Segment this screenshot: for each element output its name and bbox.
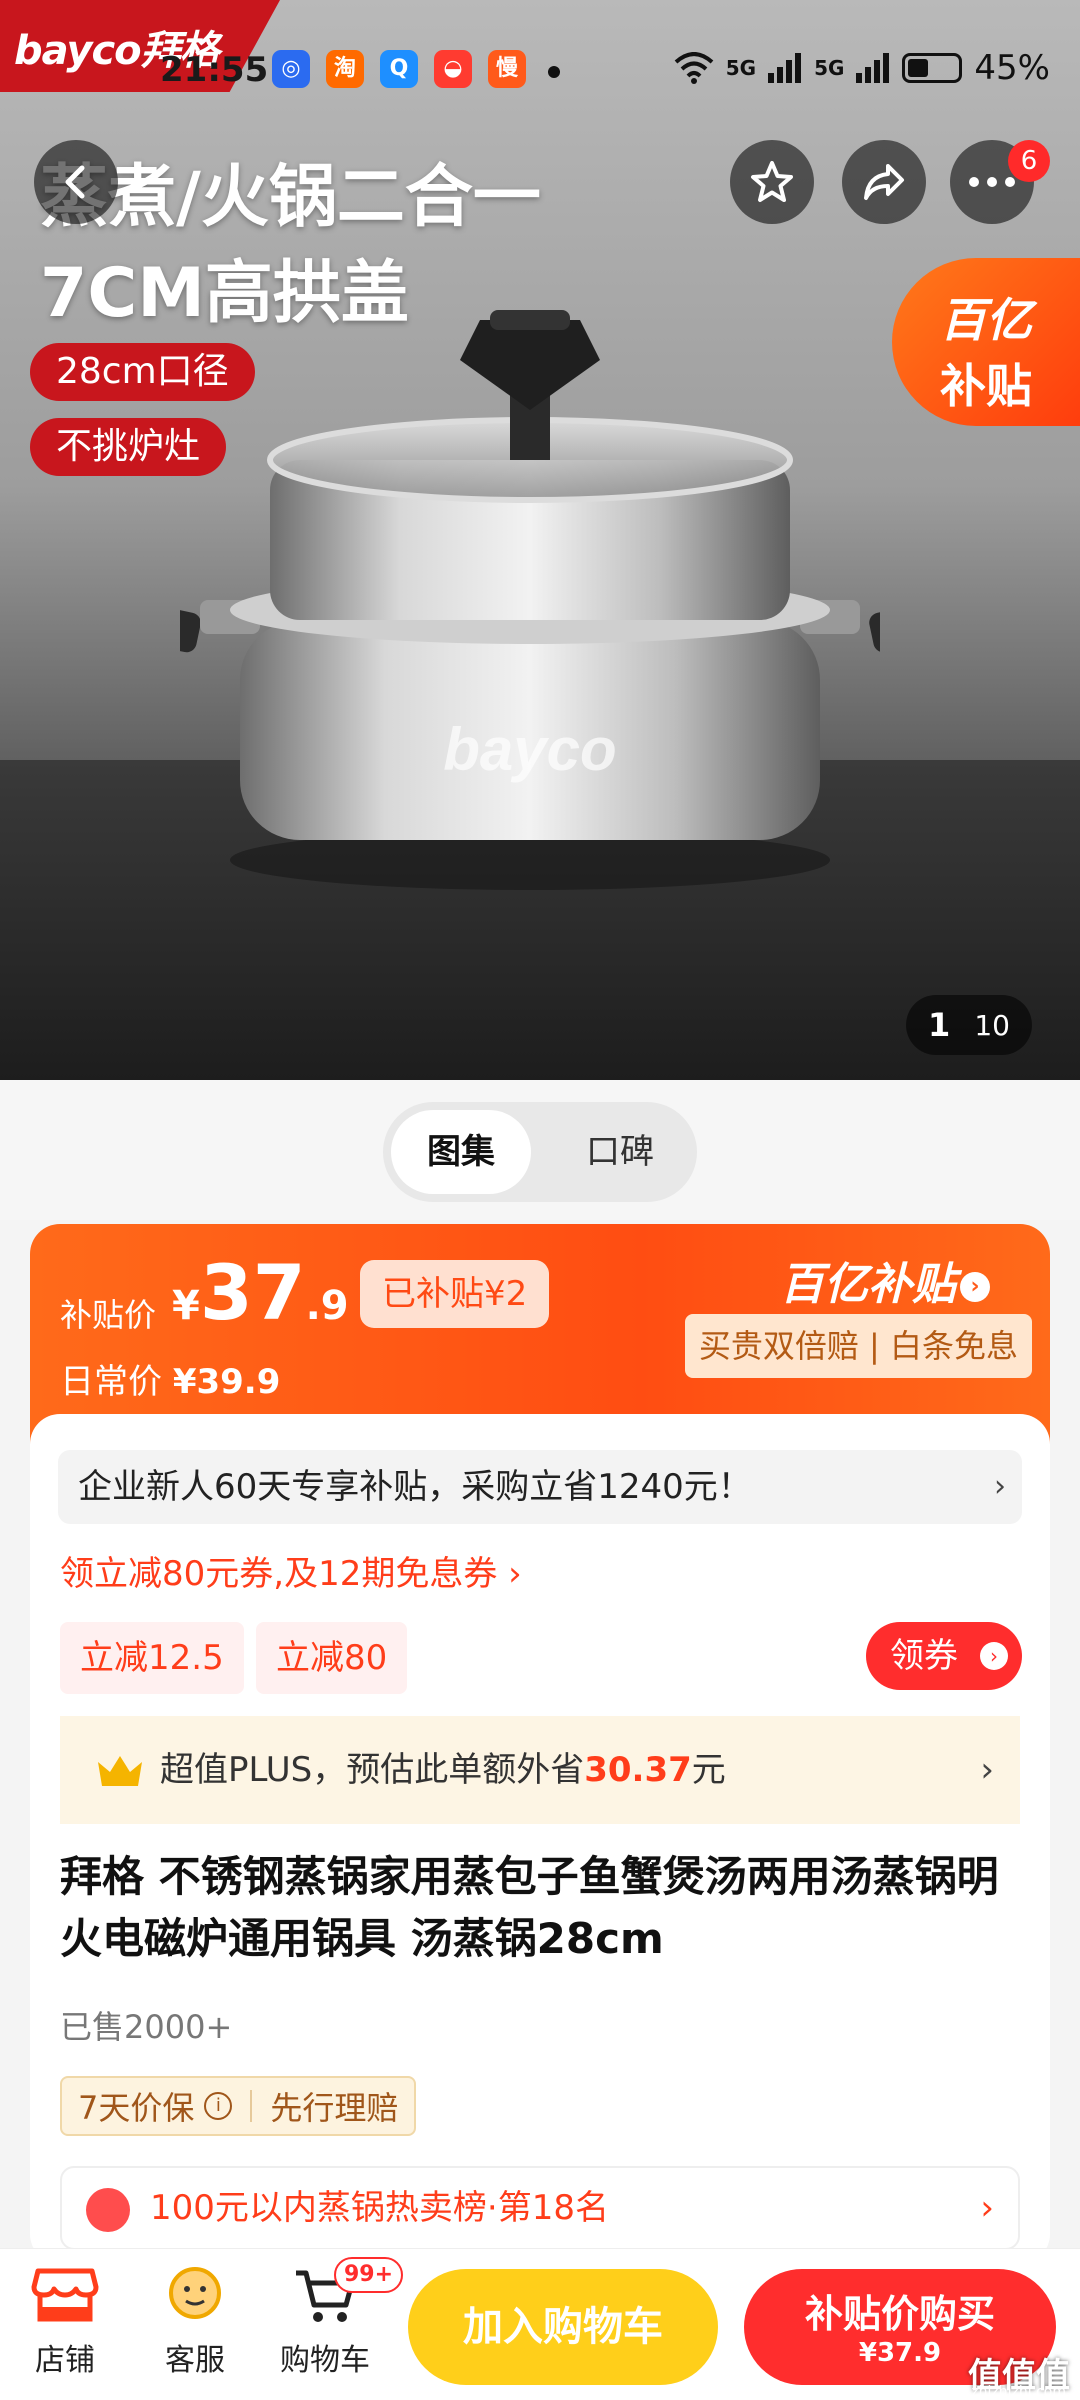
network-label-2: 5G (814, 56, 845, 80)
ranking-text: 100元以内蒸锅热卖榜·第18名 (150, 2188, 609, 2228)
site-watermark-url: zhizhizhi.com (971, 2384, 1066, 2400)
status-indicators: 5G 5G 45% (674, 48, 1050, 88)
discount-chip: 立减80 (256, 1622, 408, 1694)
product-title: 拜格 不锈钢蒸锅家用蒸包子鱼蟹煲汤两用汤蒸锅明火电磁炉通用锅具 汤蒸锅28cm (60, 1852, 999, 1963)
gallery-switch: 图集 口碑 (383, 1102, 697, 1202)
billion-subsidy-text: 百亿补贴 (780, 1259, 956, 1310)
ranking-row[interactable]: 100元以内蒸锅热卖榜·第18名 › (60, 2166, 1020, 2250)
price-protect-label: 7天价保 (78, 2089, 195, 2127)
status-time: 21:55 (160, 50, 269, 90)
plus-amount: 30.37 (584, 1750, 692, 1790)
coupon-link[interactable]: 领立减80元券,及12期免息券 › (60, 1546, 522, 1595)
pot-logo-text: bayco (443, 716, 616, 783)
status-bar: 21:55 ◎ 淘 Q ◒ 慢 5G 5G 45% (0, 40, 1080, 104)
more-dots-icon (969, 177, 1015, 187)
steamer-pot-image: bayco (180, 310, 880, 890)
signal-icon-2 (856, 53, 890, 83)
info-icon: i (204, 2092, 233, 2120)
price-integer: 37 (199, 1248, 306, 1337)
enterprise-promo-text: 企业新人60天专享补贴，采购立省1240元！ (78, 1467, 752, 1507)
back-arrow-icon (65, 165, 85, 199)
price-label: 补贴价 (60, 1296, 157, 1334)
shop-label: 店铺 (35, 2343, 95, 2378)
message-badge: 6 (1008, 140, 1050, 182)
product-image-carousel[interactable]: bayco bayco拜格 21:55 ◎ 淘 Q ◒ 慢 5G 5G 45% … (0, 0, 1080, 1080)
star-icon (751, 161, 793, 202)
customer-service-icon (160, 2263, 230, 2325)
pinduoduo-app-icon: ◒ (434, 50, 472, 88)
subsidy-saved-pill: 已补贴¥2 (360, 1260, 550, 1328)
stove-compat-tag: 不挑炉灶 (30, 418, 227, 476)
enterprise-promo-row[interactable]: 企业新人60天专享补贴，采购立省1240元！ › (58, 1450, 1022, 1524)
sold-count: 已售2000+ (60, 2008, 233, 2046)
daily-price-label: 日常价 (60, 1362, 162, 1402)
claim-coupon-button[interactable]: 领券 › (866, 1622, 1022, 1690)
claim-coupon-label: 领券 (890, 1636, 958, 1676)
billion-subsidy-link[interactable]: 百亿补贴 › (780, 1248, 990, 1312)
customer-service-button[interactable]: 客服 (140, 2263, 250, 2379)
price-guarantee: 买贵双倍赔 | 白条免息 (684, 1314, 1032, 1378)
back-button[interactable] (34, 140, 118, 224)
chevron-right-icon: › (960, 1272, 990, 1302)
cart-button[interactable]: 99+ 购物车 (270, 2257, 404, 2379)
battery-percent: 45% (974, 48, 1050, 88)
billion-subsidy-badge: 百亿 补贴 (892, 258, 1080, 426)
shop-icon (30, 2263, 100, 2325)
diameter-tag: 28cm口径 (30, 343, 255, 401)
status-app-icons: ◎ 淘 Q ◒ 慢 (272, 50, 526, 88)
battery-icon (902, 53, 963, 83)
shop-button[interactable]: 店铺 (10, 2263, 120, 2379)
image-index: 1 (928, 1006, 951, 1044)
medal-icon (86, 2188, 130, 2232)
taobao-app-icon: 淘 (326, 50, 364, 88)
image-total: 10 (974, 1008, 1010, 1042)
browser-app-icon: Q (380, 50, 418, 88)
image-counter: 1 10 (906, 995, 1032, 1055)
price-value: ¥37.9 (172, 1248, 349, 1337)
chevron-right-icon: › (980, 1750, 994, 1790)
buy-now-label: 补贴价购买 (804, 2292, 995, 2336)
price-decimal: .9 (305, 1283, 349, 1329)
bottom-action-bar: 店铺 客服 99+ 购物车 加入购物车 补贴价购买 ¥37.9 (0, 2248, 1080, 2400)
price-currency: ¥ (172, 1283, 200, 1329)
plus-member-row[interactable]: 超值PLUS，预估此单额外省30.37元 › (60, 1716, 1020, 1824)
signal-icon (768, 53, 802, 83)
notification-dot (548, 66, 560, 78)
chevron-right-icon: › (980, 2188, 994, 2228)
chevron-right-icon: › (994, 1469, 1006, 1504)
advance-claim-label: 先行理赔 (270, 2089, 399, 2127)
favorite-button[interactable] (730, 140, 814, 224)
coupon-link-text: 领立减80元券,及12期免息券 (60, 1554, 498, 1594)
subsidy-badge-line2: 补贴 (940, 359, 1032, 413)
product-info-card: 企业新人60天专享补贴，采购立省1240元！ › 领立减80元券,及12期免息券… (30, 1414, 1050, 2264)
daily-price-value: ¥39.9 (172, 1362, 281, 1402)
divider (250, 2090, 253, 2122)
network-label-1: 5G (725, 56, 757, 80)
chevron-right-icon: › (980, 1642, 1008, 1670)
cart-count-badge: 99+ (334, 2257, 404, 2293)
plus-unit: 元 (691, 1750, 726, 1790)
service-guarantees[interactable]: 7天价保 i 先行理赔 (60, 2076, 417, 2136)
hero-headline-line2: 7CM高拱盖 (40, 254, 409, 333)
crown-icon (98, 1756, 142, 1786)
chevron-right-icon: › (508, 1554, 522, 1594)
gallery-switch-area: 图集 口碑 (0, 1080, 1080, 1220)
tab-reviews[interactable]: 口碑 (553, 1110, 687, 1194)
manman-app-icon: 慢 (488, 50, 526, 88)
customer-service-label: 客服 (165, 2343, 225, 2378)
tab-gallery[interactable]: 图集 (391, 1110, 531, 1194)
daily-price: 日常价 ¥39.9 (60, 1354, 280, 1403)
add-to-cart-button[interactable]: 加入购物车 (408, 2269, 718, 2385)
share-button[interactable] (842, 140, 926, 224)
subsidy-badge-line1: 百亿 (940, 293, 1032, 347)
baidu-app-icon: ◎ (272, 50, 310, 88)
discount-chip: 立减12.5 (60, 1622, 244, 1694)
cart-icon: 99+ (290, 2257, 404, 2325)
cart-label: 购物车 (280, 2343, 370, 2378)
share-icon (864, 164, 904, 200)
wifi-icon (674, 52, 714, 84)
plus-label: 超值PLUS，预估此单额外省 (160, 1750, 585, 1790)
price-banner: 补贴价 ¥37.9 已补贴¥2 日常价 ¥39.9 百亿补贴 › 买贵双倍赔 | … (30, 1224, 1050, 1444)
hero-headline-line1: 蒸煮/火锅二合一 (40, 158, 541, 237)
